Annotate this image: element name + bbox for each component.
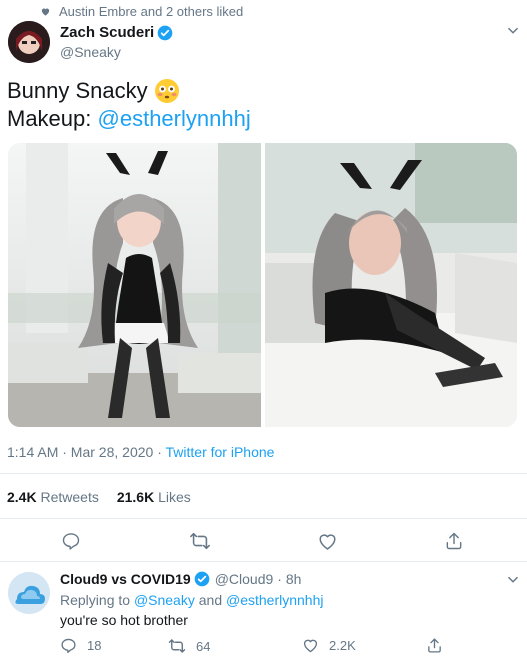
retweets-stat[interactable]: 2.4K Retweets <box>7 489 99 505</box>
tweet-photo-2[interactable] <box>265 143 517 427</box>
author-handle[interactable]: @Sneaky <box>60 44 121 60</box>
reply-header: Cloud9 vs COVID19 @Cloud9 · 8h <box>60 571 301 587</box>
tweet-source[interactable]: Twitter for iPhone <box>166 444 275 460</box>
like-count: 2.2K <box>329 638 356 653</box>
reply-reply-button[interactable]: 18 <box>60 637 101 654</box>
divider <box>0 561 527 562</box>
chevron-down-icon[interactable] <box>506 573 520 587</box>
social-context: Austin Embre and 2 others liked <box>40 3 243 19</box>
like-button[interactable] <box>315 529 339 553</box>
reply-author-name[interactable]: Cloud9 vs COVID19 <box>60 571 191 587</box>
reply-icon <box>61 638 76 653</box>
tweet-stats: 2.4K Retweets 21.6K Likes <box>7 489 191 505</box>
flushed-face-emoji-icon <box>154 79 179 103</box>
reply-like-button[interactable]: 2.2K <box>302 637 356 654</box>
tweet-text: Bunny Snacky Makeup: @estherlynnhhj <box>7 77 507 133</box>
reply-icon <box>62 533 80 550</box>
tweet-meta: 1:14 AM · Mar 28, 2020 · Twitter for iPh… <box>7 444 274 460</box>
verified-badge-icon <box>194 571 210 587</box>
reply-avatar[interactable] <box>8 572 50 614</box>
share-button[interactable] <box>442 529 466 553</box>
reply-time[interactable]: · 8h <box>277 571 301 587</box>
reply-retweet-button[interactable]: 64 <box>168 637 210 655</box>
retweet-icon <box>168 639 186 653</box>
reply-count: 18 <box>87 638 102 653</box>
author-name-row[interactable]: Zach Scuderi <box>60 24 173 41</box>
heart-icon <box>303 639 318 653</box>
replying-to-mention-1[interactable]: @Sneaky <box>134 592 195 608</box>
social-context-text: Austin Embre and 2 others liked <box>59 3 244 19</box>
chevron-down-icon[interactable] <box>506 24 520 38</box>
replying-to-mention-2[interactable]: @estherlynnhhj <box>226 592 324 608</box>
tweet-line-2: Makeup: @estherlynnhhj <box>7 106 251 131</box>
tweet-timestamp[interactable]: 1:14 AM · Mar 28, 2020 · <box>7 444 166 460</box>
author-name[interactable]: Zach Scuderi <box>60 24 154 41</box>
tweet-photo-1[interactable] <box>8 143 261 427</box>
tweet-line-1: Bunny Snacky <box>7 77 507 105</box>
retweet-icon <box>190 532 210 550</box>
verified-badge-icon <box>157 25 173 40</box>
reply-share-button[interactable] <box>426 637 443 654</box>
author-avatar[interactable] <box>8 21 50 63</box>
mention-link[interactable]: @estherlynnhhj <box>98 106 251 131</box>
share-icon <box>428 638 441 653</box>
heart-filled-icon <box>41 8 50 16</box>
divider <box>0 473 527 474</box>
likes-stat[interactable]: 21.6K Likes <box>117 489 191 505</box>
reply-button[interactable] <box>59 529 83 553</box>
divider <box>0 518 527 519</box>
reply-text: you're so hot brother <box>60 612 188 628</box>
reply-author-handle[interactable]: @Cloud9 <box>215 571 274 587</box>
replying-to: Replying to @Sneaky and @estherlynnhhj <box>60 592 324 608</box>
retweet-count: 64 <box>196 638 211 654</box>
retweet-button[interactable] <box>188 529 212 553</box>
heart-icon <box>318 533 336 550</box>
share-icon <box>446 532 462 550</box>
